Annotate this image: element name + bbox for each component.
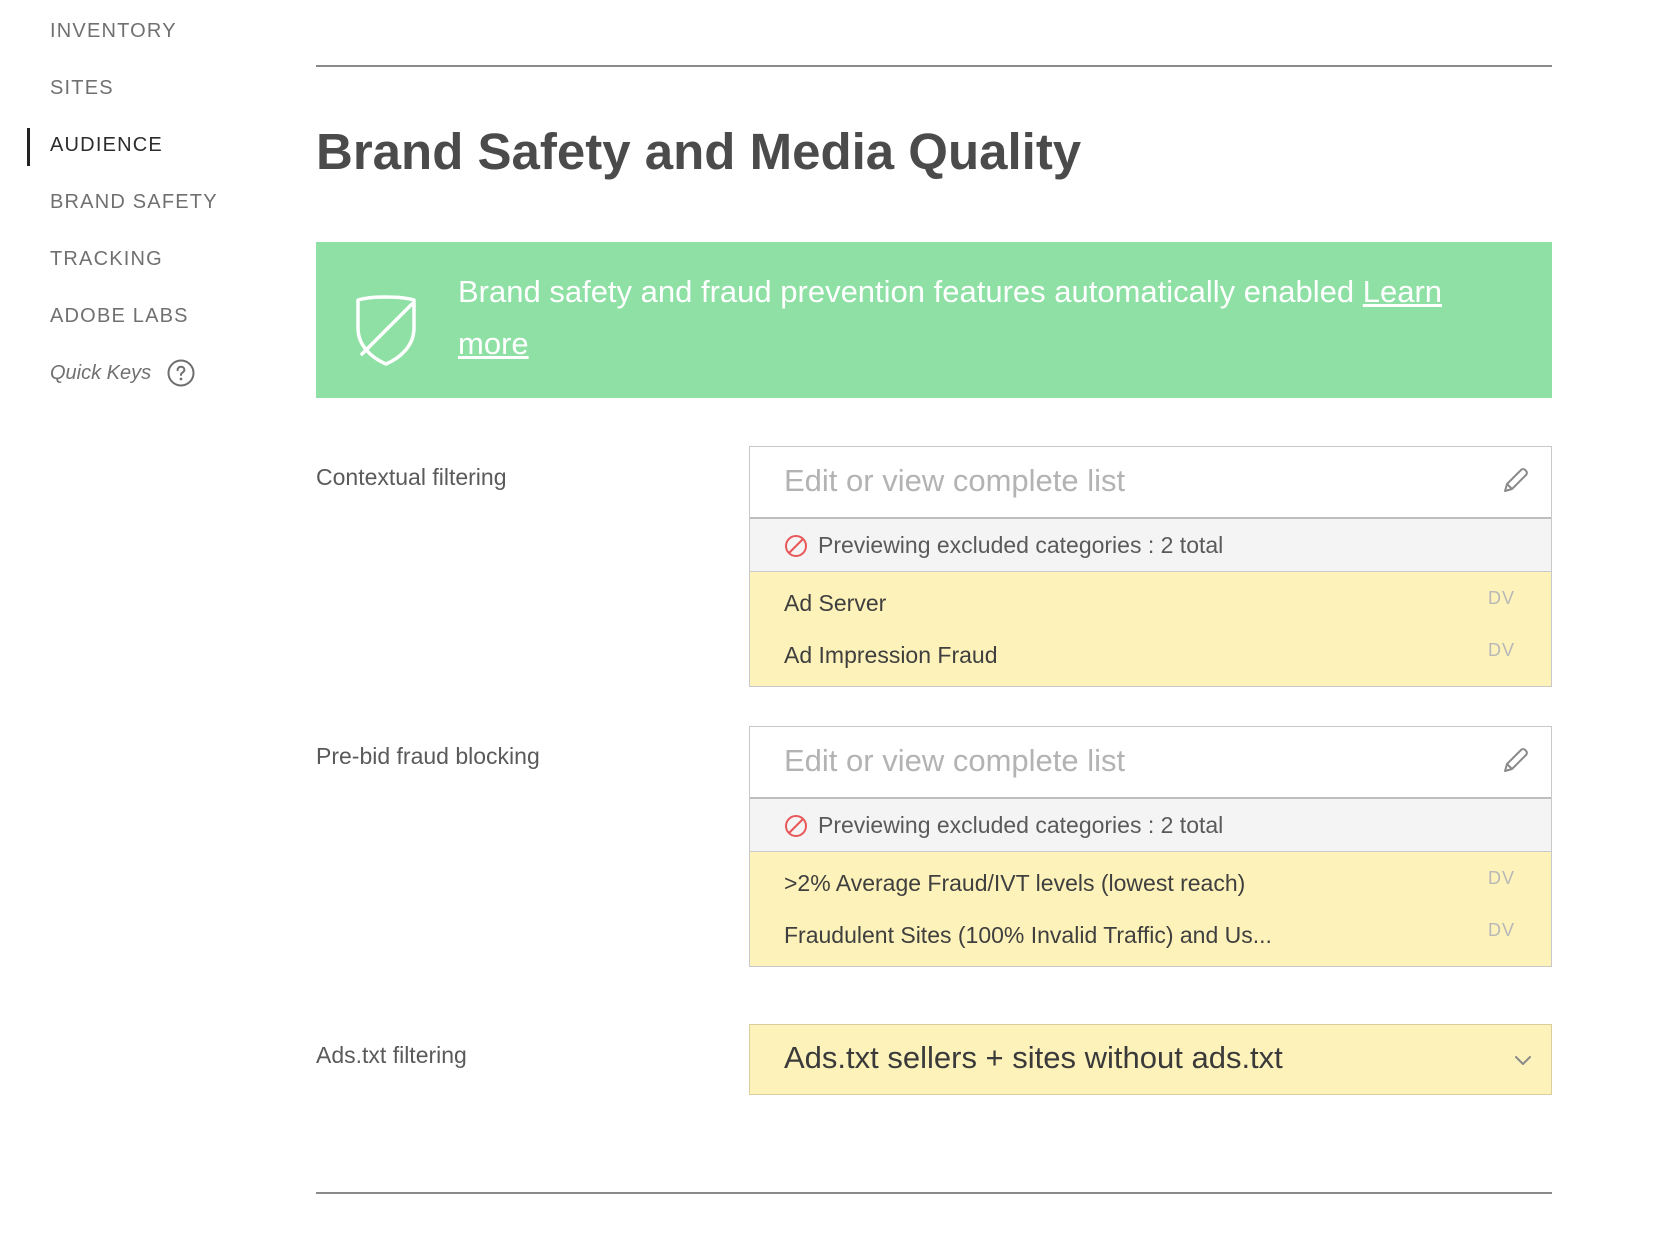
ads-txt-selected-value: Ads.txt sellers + sites without ads.txt	[784, 1040, 1283, 1075]
list-item-label: >2% Average Fraud/IVT levels (lowest rea…	[784, 870, 1246, 896]
prebid-preview-list: >2% Average Fraud/IVT levels (lowest rea…	[750, 852, 1551, 966]
ads-txt-filtering-label: Ads.txt filtering	[316, 1042, 467, 1068]
contextual-preview-text: Previewing excluded categories : 2 total	[818, 532, 1224, 558]
prebid-preview-header: Previewing excluded categories : 2 total	[750, 799, 1551, 852]
sidebar-item-audience[interactable]: AUDIENCE	[50, 134, 163, 157]
contextual-filtering-placeholder: Edit or view complete list	[784, 463, 1126, 498]
prebid-preview-text: Previewing excluded categories : 2 total	[818, 812, 1224, 838]
quick-keys-link[interactable]: Quick Keys	[50, 359, 195, 387]
list-item-tag: DV	[1487, 640, 1515, 660]
list-item-label: Fraudulent Sites (100% Invalid Traffic) …	[784, 922, 1272, 948]
shield-icon	[356, 295, 416, 366]
list-item-tag: DV	[1487, 920, 1515, 940]
info-banner: Brand safety and fraud prevention featur…	[316, 242, 1552, 398]
contextual-filtering-input[interactable]: Edit or view complete list	[750, 447, 1551, 519]
sidebar-item-adobe-labs[interactable]: ADOBE LABS	[50, 305, 189, 328]
sidebar-item-inventory[interactable]: INVENTORY	[50, 20, 177, 43]
prebid-fraud-blocking-input[interactable]: Edit or view complete list	[750, 727, 1551, 799]
banner-text: Brand safety and fraud prevention featur…	[458, 274, 1355, 309]
sidebar-item-brand-safety[interactable]: BRAND SAFETY	[50, 191, 218, 214]
page-title: Brand Safety and Media Quality	[316, 123, 1082, 180]
block-icon	[785, 535, 807, 557]
help-icon[interactable]	[167, 359, 195, 387]
contextual-filtering-box: Edit or view complete list Previewing ex…	[749, 446, 1552, 687]
block-icon	[785, 815, 807, 837]
prebid-fraud-blocking-label: Pre-bid fraud blocking	[316, 743, 540, 769]
list-item-label: Ad Server	[784, 590, 887, 616]
quick-keys-label: Quick Keys	[50, 361, 152, 384]
bottom-divider	[316, 1192, 1552, 1194]
top-divider	[316, 65, 1552, 67]
list-item-tag: DV	[1487, 868, 1515, 888]
prebid-fraud-blocking-placeholder: Edit or view complete list	[784, 743, 1126, 778]
contextual-preview-list: Ad Server DV Ad Impression Fraud DV	[750, 572, 1551, 686]
list-item: Ad Server DV	[750, 578, 1551, 630]
contextual-preview-header: Previewing excluded categories : 2 total	[750, 519, 1551, 572]
chevron-down-icon	[1515, 1056, 1531, 1065]
active-item-marker	[27, 128, 30, 166]
contextual-filtering-label: Contextual filtering	[316, 464, 507, 490]
pencil-icon[interactable]	[1499, 465, 1531, 497]
sidebar-item-sites[interactable]: SITES	[50, 77, 114, 100]
list-item: >2% Average Fraud/IVT levels (lowest rea…	[750, 858, 1551, 910]
pencil-icon[interactable]	[1499, 745, 1531, 777]
banner-message: Brand safety and fraud prevention featur…	[458, 266, 1518, 370]
list-item-tag: DV	[1487, 588, 1515, 608]
sidebar-item-tracking[interactable]: TRACKING	[50, 248, 163, 271]
list-item: Ad Impression Fraud DV	[750, 630, 1551, 682]
prebid-fraud-blocking-box: Edit or view complete list Previewing ex…	[749, 726, 1552, 967]
ads-txt-filtering-select[interactable]: Ads.txt sellers + sites without ads.txt	[749, 1024, 1552, 1095]
list-item-label: Ad Impression Fraud	[784, 642, 998, 668]
list-item: Fraudulent Sites (100% Invalid Traffic) …	[750, 910, 1551, 962]
